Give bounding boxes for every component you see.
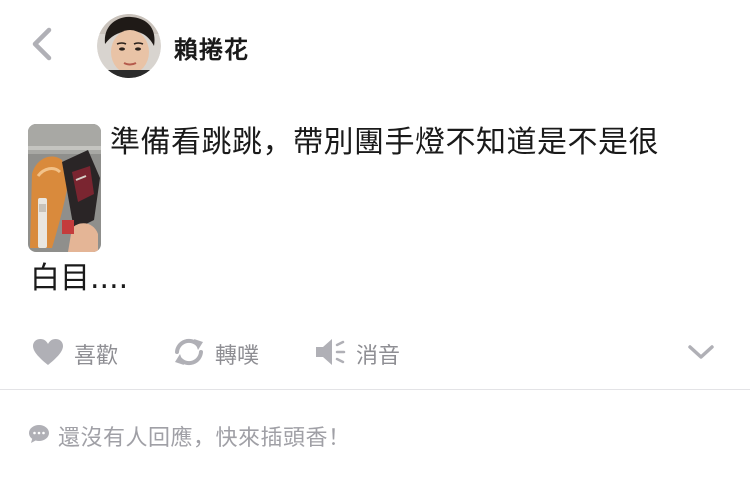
chevron-down-icon: [688, 344, 714, 364]
repost-button[interactable]: 轉噗: [173, 330, 259, 378]
speaker-mute-icon: [314, 337, 346, 371]
speech-bubble-icon: [28, 423, 50, 449]
like-button[interactable]: 喜歡: [32, 330, 118, 378]
avatar[interactable]: [97, 14, 161, 78]
heart-icon: [32, 338, 64, 370]
action-bar: 喜歡 轉噗 消音: [30, 330, 730, 378]
reply-prompt-text: 還沒有人回應，快來插頭香！: [58, 426, 351, 451]
post-text-line-2: 白目....: [30, 261, 129, 296]
divider: [0, 389, 750, 390]
post-image[interactable]: [28, 124, 101, 252]
back-button[interactable]: [22, 24, 62, 68]
author-name[interactable]: 賴捲花: [174, 30, 249, 65]
mute-button[interactable]: 消音: [314, 330, 400, 378]
like-label: 喜歡: [74, 344, 119, 369]
repost-label: 轉噗: [215, 344, 260, 369]
reply-prompt[interactable]: 還沒有人回應，快來插頭香！: [28, 418, 351, 454]
more-options-button[interactable]: [686, 340, 716, 368]
post-text-line-1: 準備看跳跳，帶別團手燈不知道是不是很: [110, 125, 659, 160]
repost-icon: [173, 337, 205, 371]
chevron-left-icon: [31, 27, 53, 65]
photo-thumbnail-icon: [28, 124, 101, 252]
mute-label: 消音: [356, 344, 401, 369]
